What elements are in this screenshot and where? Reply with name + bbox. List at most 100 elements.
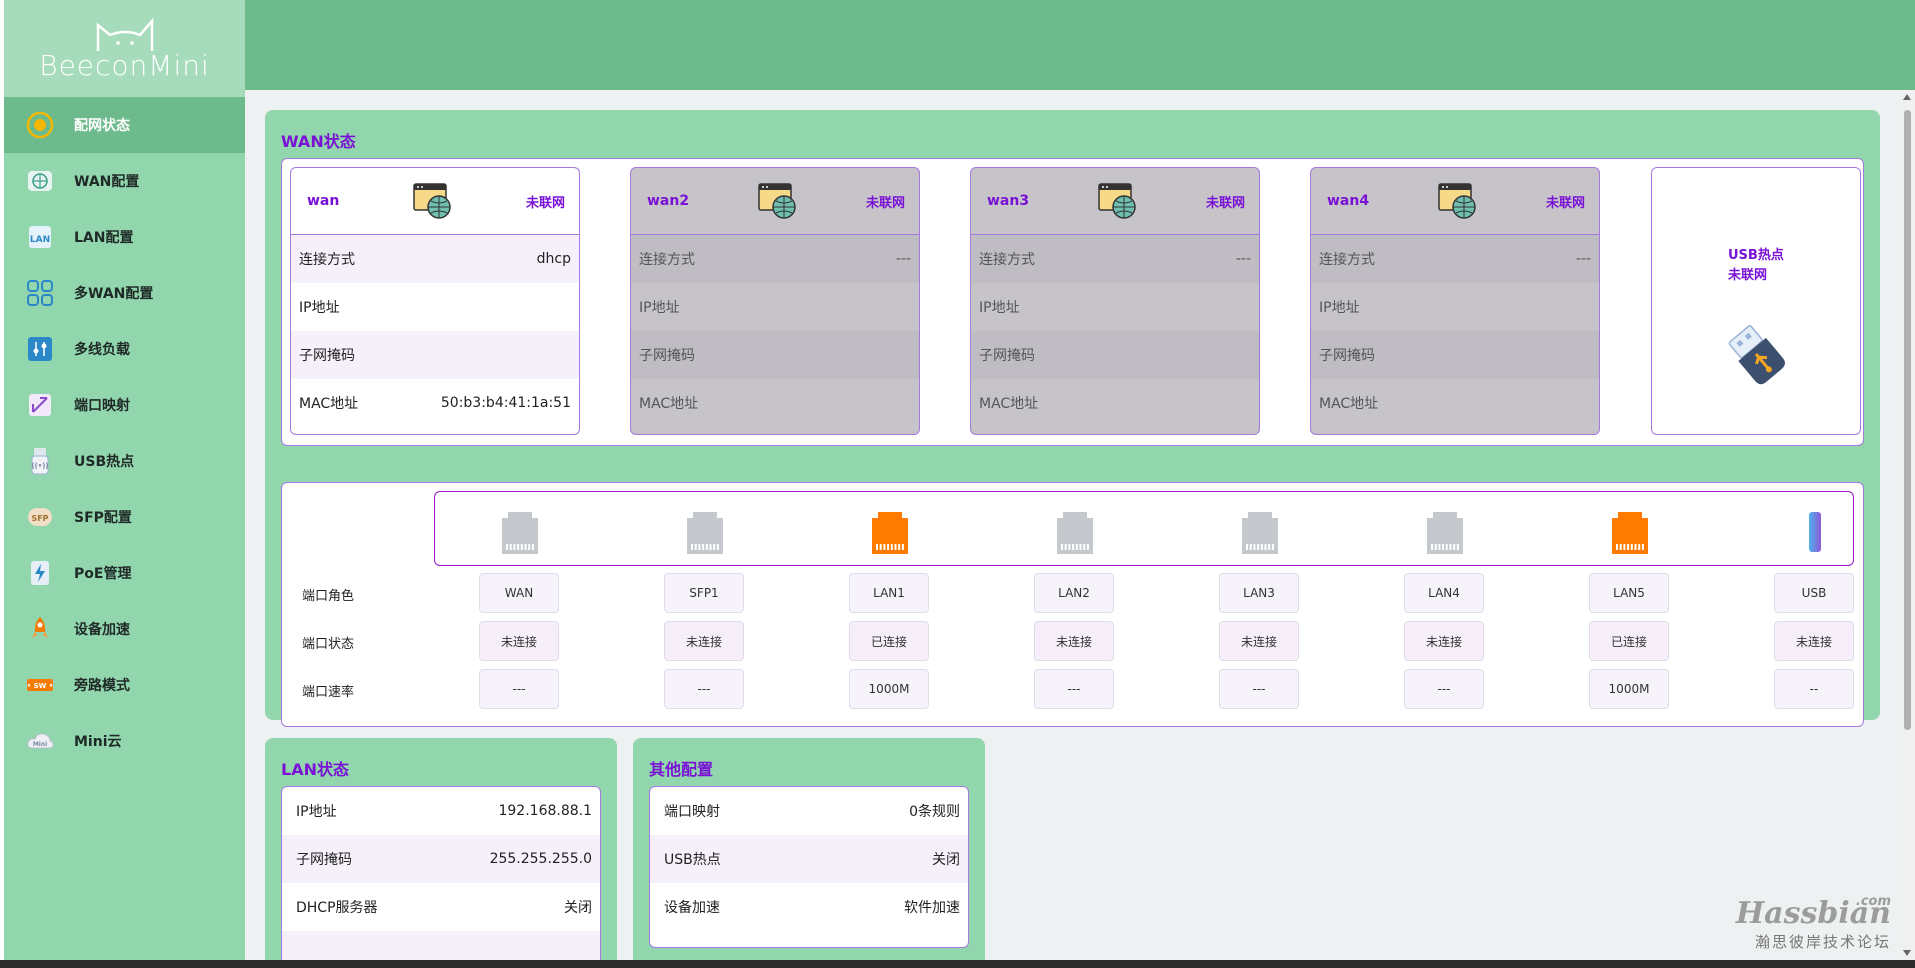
port-speed-cell: --- [664, 669, 744, 709]
port-status-label: 端口状态 [302, 637, 355, 652]
globe-window-icon [757, 183, 796, 219]
lan-info-row: 子网掩码 255.255.255.0 [282, 835, 600, 883]
sidebar-item-label: WAN配置 [74, 174, 140, 190]
port-role-cell: SFP1 [664, 573, 744, 613]
sidebar-item-label: USB热点 [74, 454, 135, 470]
wan-info-row: 子网掩码 [971, 331, 1259, 379]
sidebar-item-bypass[interactable]: • SW • 旁路模式 [4, 657, 245, 713]
port-speed-cell: --- [1404, 669, 1484, 709]
sidebar-item-load-balance[interactable]: 多线负载 [4, 321, 245, 377]
sidebar-item-network-status[interactable]: 配网状态 [4, 97, 245, 153]
wan-name: wan3 [987, 193, 1030, 209]
wan-panel-wan3[interactable]: wan3 未联网 连接方式 --- IP地址 子网掩码 MAC地址 [970, 167, 1260, 435]
wan-row-label: 子网掩码 [299, 348, 355, 364]
other-config-title: 其他配置 [649, 760, 714, 779]
sidebar-item-label: 多线负载 [74, 342, 130, 358]
sidebar-item-cloud[interactable]: Mini Mini云 [4, 713, 245, 769]
sidebar-item-globe[interactable]: WAN配置 [4, 153, 245, 209]
sidebar-item-label: LAN配置 [74, 230, 134, 246]
port-speed-cell: --- [1219, 669, 1299, 709]
other-info-row: USB热点 关闭 [650, 835, 968, 883]
usb-hotspot-panel[interactable]: USB热点 未联网 [1651, 167, 1861, 435]
port-status-cell: 未连接 [1404, 621, 1484, 661]
poe-icon [24, 557, 56, 589]
wan-info-row: IP地址 [291, 283, 579, 331]
watermark: .com Hassbian 瀚思彼岸技术论坛 [1736, 894, 1891, 952]
wan-panels-container: USB热点 未联网 wan 未联网 连接方式 dhcp IP地址 子网掩码 MAC地址 50:… [281, 158, 1864, 446]
brand-name: BeeconMini [39, 49, 210, 82]
sidebar-item-poe[interactable]: PoE管理 [4, 545, 245, 601]
wan-status-title: WAN状态 [281, 132, 356, 151]
sidebar-item-label: SFP配置 [74, 510, 132, 526]
lan-info-row-value: 192.168.88.1 [498, 803, 592, 819]
sfp-icon: SFP [24, 501, 56, 533]
multi-wan-icon [24, 277, 56, 309]
other-info-row-label: 设备加速 [664, 900, 720, 916]
sidebar-item-multi-wan[interactable]: 多WAN配置 [4, 265, 245, 321]
main-content: WAN状态 USB热点 未联网 wan 未联网 连接方式 dhcp IP地址 子… [245, 90, 1900, 968]
wan-panel-wan2[interactable]: wan2 未联网 连接方式 --- IP地址 子网掩码 MAC地址 [630, 167, 920, 435]
sidebar-item-usb-hotspot[interactable]: ((•)) USB热点 [4, 433, 245, 489]
ports-container: 端口角色 端口状态 端口速率 WAN 未连接 --- SFP1 未连接 --- LAN1 已连… [281, 482, 1864, 727]
ethernet-port-icon [1049, 506, 1101, 558]
scroll-thumb[interactable] [1904, 110, 1911, 730]
wan-row-value: --- [1575, 251, 1591, 267]
port-speed-cell: 1000M [849, 669, 929, 709]
other-config-card: 其他配置 端口映射 0条规则 USB热点 关闭 设备加速 软件加速 [633, 738, 985, 968]
port-status-cell: 未连接 [1774, 621, 1854, 661]
lan-info-row-value: 关闭 [564, 900, 592, 916]
ethernet-port-icon [1419, 506, 1471, 558]
ethernet-port-icon [494, 506, 546, 558]
port-speed-cell: 1000M [1589, 669, 1669, 709]
sidebar-item-sfp[interactable]: SFP SFP配置 [4, 489, 245, 545]
wan-row-value: 50:b3:b4:41:1a:51 [440, 395, 571, 411]
wan-row-value: dhcp [536, 251, 571, 267]
wan-panel-wan[interactable]: wan 未联网 连接方式 dhcp IP地址 子网掩码 MAC地址 50:b3:b4:41:1… [290, 167, 580, 435]
other-info-row: 设备加速 软件加速 [650, 883, 968, 931]
sidebar-item-port-mapping[interactable]: 端口映射 [4, 377, 245, 433]
usb-hotspot-title: USB热点 [1728, 248, 1784, 263]
bypass-icon: • SW • [24, 669, 56, 701]
wan-info-row: 子网掩码 [291, 331, 579, 379]
wan-panel-header: wan2 未联网 [631, 168, 919, 235]
other-info-box: 端口映射 0条规则 USB热点 关闭 设备加速 软件加速 [649, 786, 969, 948]
port-role-cell: LAN2 [1034, 573, 1114, 613]
lan-info-row-label: IP地址 [296, 804, 337, 820]
svg-text:Mini: Mini [33, 741, 47, 748]
wan-name: wan4 [1327, 193, 1370, 209]
logo: BeeconMini [4, 0, 245, 97]
other-info-row-value: 软件加速 [904, 900, 960, 916]
vertical-scrollbar[interactable] [1900, 90, 1915, 960]
usb-hotspot-status: 未联网 [1728, 268, 1768, 283]
port-status-cell: 未连接 [1034, 621, 1114, 661]
scroll-up-icon[interactable] [1903, 94, 1911, 100]
scroll-down-icon[interactable] [1903, 950, 1911, 956]
sidebar-item-lan[interactable]: LAN LAN配置 [4, 209, 245, 265]
sidebar-item-label: Mini云 [74, 734, 122, 750]
ethernet-port-icon [864, 506, 916, 558]
lan-info-row-label: DHCP服务器 [296, 900, 378, 916]
usb-hotspot-icon: ((•)) [24, 445, 56, 477]
wan-status: 未联网 [525, 195, 565, 211]
port-status-cell: 未连接 [479, 621, 559, 661]
other-info-row-label: 端口映射 [664, 804, 720, 820]
lan-info-row: IP地址 192.168.88.1 [282, 787, 600, 835]
wan-row-label: 连接方式 [979, 252, 1035, 268]
lan-icon: LAN [24, 221, 56, 253]
other-info-row-value: 关闭 [932, 852, 960, 868]
wan-name: wan [307, 193, 340, 209]
wan-panel-wan4[interactable]: wan4 未联网 连接方式 --- IP地址 子网掩码 MAC地址 [1310, 167, 1600, 435]
sidebar-item-label: PoE管理 [74, 566, 132, 582]
wan-row-label: 子网掩码 [1319, 348, 1375, 364]
load-balance-icon [24, 333, 56, 365]
svg-text:((•)): ((•)) [31, 462, 48, 470]
sidebar-item-label: 端口映射 [74, 398, 130, 414]
ethernet-port-icon [679, 506, 731, 558]
sidebar-nav: 配网状态 WAN配置 LAN LAN配置多WAN配置多线负载端口映射 ((•)) USB热… [4, 97, 245, 769]
ethernet-port-icon [1234, 506, 1286, 558]
sidebar-item-rocket[interactable]: 设备加速 [4, 601, 245, 657]
port-role-cell: WAN [479, 573, 559, 613]
wan-info-row: 子网掩码 [1311, 331, 1599, 379]
wan-info-row: IP地址 [971, 283, 1259, 331]
wan-panel-header: wan3 未联网 [971, 168, 1259, 235]
